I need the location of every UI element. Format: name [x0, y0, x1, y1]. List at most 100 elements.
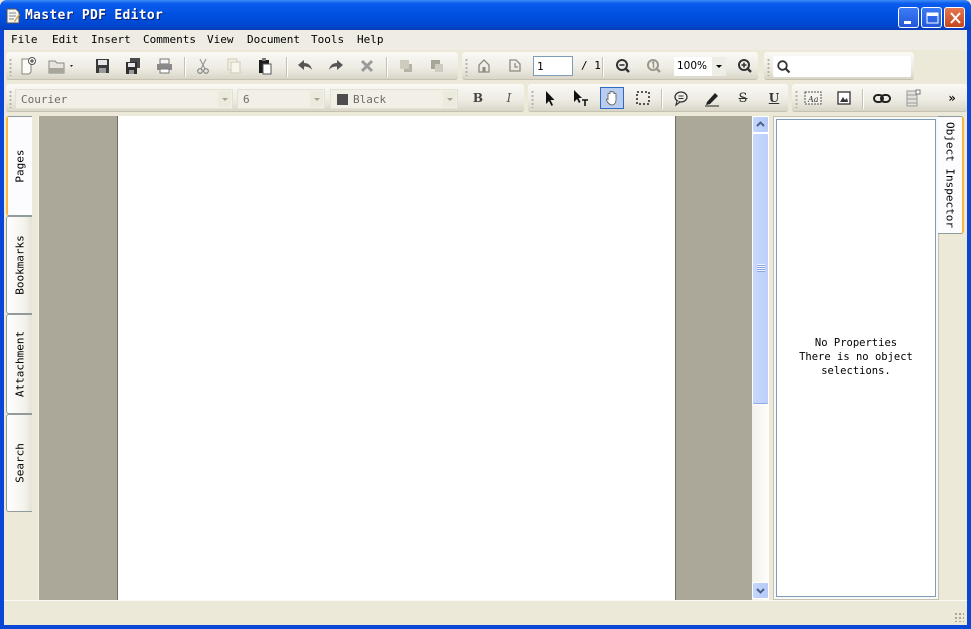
scrollbar-thumb[interactable]: [752, 133, 769, 405]
grip-icon: [757, 264, 765, 272]
main-toolbar: 1 / 1 100%: [4, 50, 967, 82]
tab-attachment[interactable]: Attachment: [6, 314, 32, 414]
menu-edit[interactable]: Edit: [52, 33, 79, 46]
underline-button[interactable]: U: [762, 87, 786, 109]
tools-toolbar: S U: [528, 84, 788, 112]
font-family-select[interactable]: Courier: [15, 89, 233, 109]
resize-grip-icon[interactable]: [954, 612, 964, 622]
bring-forward-icon: [400, 60, 412, 72]
toolbar-grip[interactable]: [9, 58, 12, 76]
redo-button[interactable]: [324, 55, 348, 77]
menu-file[interactable]: File: [11, 33, 38, 46]
cut-button[interactable]: [191, 55, 215, 77]
menu-document[interactable]: Document: [247, 33, 300, 46]
inspector-message-title: No Properties: [814, 337, 898, 349]
scroll-up-button[interactable]: [752, 116, 769, 133]
vertical-scrollbar[interactable]: [752, 116, 769, 600]
first-page-button[interactable]: [472, 55, 496, 77]
menu-comments[interactable]: Comments: [143, 33, 196, 46]
close-icon: [950, 12, 961, 24]
toolbar-grip[interactable]: [795, 90, 798, 108]
home-icon: [478, 59, 490, 73]
edit-text-tool-button[interactable]: [569, 87, 593, 109]
toolbar-grip[interactable]: [531, 90, 534, 108]
chevron-down-icon[interactable]: [310, 91, 323, 107]
marquee-select-button[interactable]: [631, 87, 655, 109]
font-color-select[interactable]: Black: [330, 89, 458, 109]
undo-icon: [298, 60, 312, 70]
bring-forward-button[interactable]: [394, 55, 418, 77]
title-bar[interactable]: Master PDF Editor: [0, 0, 971, 30]
chevron-down-icon[interactable]: [712, 57, 726, 76]
print-icon: [157, 58, 172, 74]
navigation-toolbar: 1 / 1 100%: [462, 52, 758, 80]
paste-button[interactable]: [253, 55, 277, 77]
menu-view[interactable]: View: [207, 33, 234, 46]
open-icon: [48, 60, 73, 74]
delete-button[interactable]: [355, 55, 379, 77]
toolbar-grip[interactable]: [9, 90, 12, 108]
actual-size-button[interactable]: [642, 55, 666, 77]
search-input[interactable]: [773, 56, 911, 77]
insert-image-button[interactable]: [832, 87, 856, 109]
new-document-button[interactable]: [16, 55, 40, 77]
send-backward-button[interactable]: [425, 55, 449, 77]
zoom-level-select[interactable]: 100%: [674, 57, 726, 76]
font-size-select[interactable]: 6: [237, 89, 325, 109]
select-tool-button[interactable]: [538, 87, 562, 109]
document-viewport[interactable]: [38, 116, 752, 600]
send-backward-icon: [431, 60, 443, 72]
strikethrough-button[interactable]: S: [731, 87, 755, 109]
text-field-button[interactable]: Aa: [801, 87, 825, 109]
page-number-input[interactable]: 1: [533, 56, 573, 76]
tab-object-inspector[interactable]: Object Inspector: [938, 116, 964, 234]
close-button[interactable]: [944, 7, 965, 28]
bold-button[interactable]: B: [466, 87, 490, 109]
cut-icon: [197, 58, 209, 74]
highlighter-button[interactable]: [700, 87, 724, 109]
client-area: File Edit Insert Comments View Document …: [4, 30, 967, 625]
search-icon: [777, 60, 791, 74]
text-cursor-icon: [574, 90, 588, 106]
italic-button[interactable]: I: [497, 87, 521, 109]
inspector-message: No Properties There is no object selecti…: [777, 336, 935, 378]
print-button[interactable]: [152, 55, 176, 77]
toolbar-grip[interactable]: [767, 58, 770, 76]
menu-help[interactable]: Help: [357, 33, 384, 46]
toolbar-overflow-button[interactable]: »: [942, 87, 962, 109]
save-all-button[interactable]: [121, 55, 145, 77]
hand-tool-button[interactable]: [600, 87, 624, 109]
redo-icon: [329, 60, 343, 70]
image-icon: [837, 91, 851, 105]
menu-tools[interactable]: Tools: [311, 33, 344, 46]
maximize-button[interactable]: [921, 7, 942, 28]
marquee-icon: [636, 91, 650, 105]
undo-button[interactable]: [293, 55, 317, 77]
zoom-out-icon: [616, 59, 630, 73]
zoom-in-button[interactable]: [733, 55, 757, 77]
paste-icon: [259, 58, 272, 75]
save-button[interactable]: [90, 55, 114, 77]
chevron-down-icon[interactable]: [218, 91, 231, 107]
chevron-down-icon[interactable]: [443, 91, 456, 107]
comment-button[interactable]: [669, 87, 693, 109]
menu-insert[interactable]: Insert: [91, 33, 131, 46]
zoom-out-button[interactable]: [611, 55, 635, 77]
tab-bookmarks[interactable]: Bookmarks: [6, 216, 32, 314]
search-toolbar: [764, 52, 914, 80]
form-field-button[interactable]: [901, 87, 925, 109]
object-inspector-panel: No Properties There is no object selecti…: [776, 119, 936, 597]
pdf-page[interactable]: [117, 116, 676, 600]
form-field-icon: [906, 89, 921, 107]
toolbar-grip[interactable]: [465, 58, 468, 76]
minimize-button[interactable]: [898, 7, 919, 28]
toolbar-separator: [862, 89, 864, 109]
tab-pages[interactable]: Pages: [6, 116, 32, 216]
last-page-button[interactable]: [503, 55, 527, 77]
last-page-icon: [509, 59, 521, 72]
copy-button[interactable]: [222, 55, 246, 77]
open-button[interactable]: [46, 55, 76, 77]
insert-link-button[interactable]: [870, 87, 894, 109]
tab-search[interactable]: Search: [6, 414, 32, 512]
scroll-down-button[interactable]: [752, 582, 769, 599]
